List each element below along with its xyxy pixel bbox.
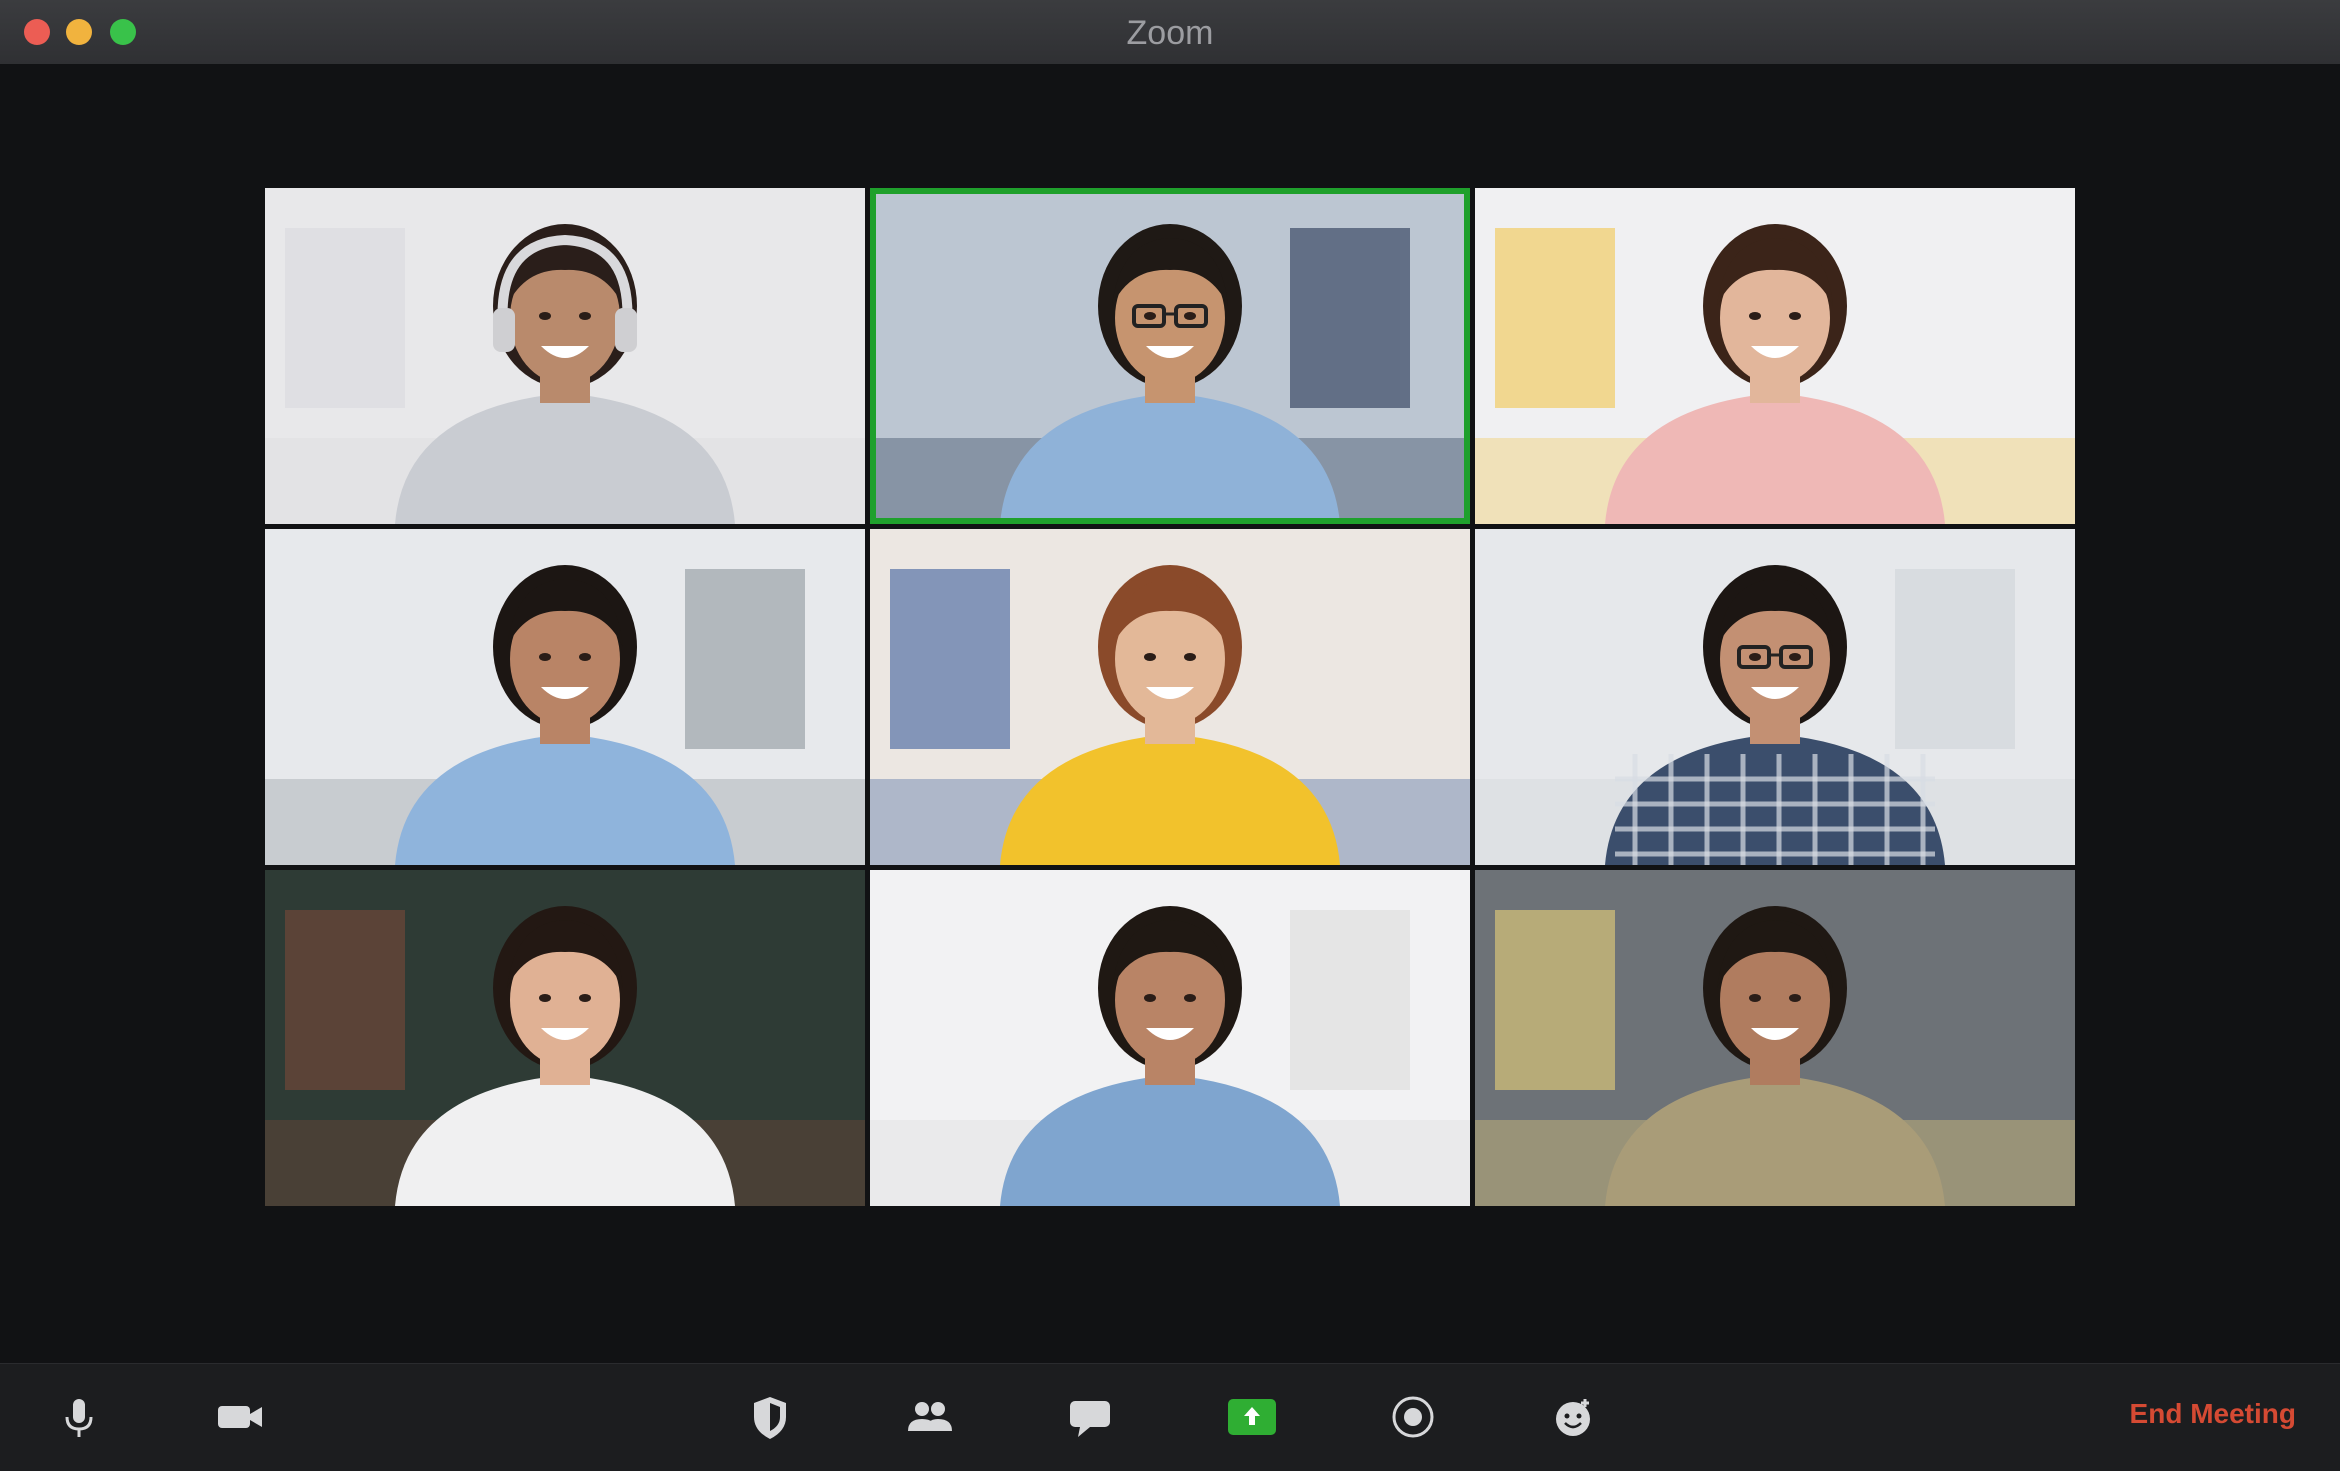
participant-video-tile[interactable] [1475, 188, 2075, 524]
participant-video-tile[interactable] [870, 188, 1470, 524]
title-bar: Zoom [0, 0, 2340, 65]
reactions-button[interactable] [1538, 1386, 1608, 1448]
microphone-icon [65, 1399, 93, 1437]
participant-video-tile[interactable] [1475, 529, 2075, 865]
zoom-window: Zoom End Meeting [0, 0, 2340, 1471]
video-stage [0, 64, 2340, 1364]
participant-video-tile[interactable] [265, 529, 865, 865]
security-button[interactable] [735, 1386, 805, 1448]
participant-video-feed [1475, 870, 2075, 1206]
meeting-toolbar: End Meeting [0, 1363, 2340, 1471]
participant-video-feed [265, 529, 865, 865]
chat-bubble-icon [1070, 1401, 1110, 1437]
participant-video-tile[interactable] [1475, 870, 2075, 1206]
participants-button[interactable] [895, 1386, 965, 1448]
shield-icon [754, 1397, 786, 1439]
record-button[interactable] [1378, 1386, 1448, 1448]
chat-button[interactable] [1055, 1386, 1125, 1448]
participant-video-feed [870, 870, 1470, 1206]
participant-video-tile[interactable] [265, 870, 865, 1206]
participant-video-feed [1475, 188, 2075, 524]
record-icon [1392, 1396, 1434, 1438]
share-screen-icon [1228, 1399, 1276, 1435]
mute-button[interactable] [44, 1386, 114, 1448]
participant-video-feed [265, 188, 865, 524]
share-screen-button[interactable] [1217, 1386, 1287, 1448]
participant-video-feed [1475, 529, 2075, 865]
participant-video-tile[interactable] [870, 870, 1470, 1206]
end-meeting-button[interactable]: End Meeting [2130, 1398, 2296, 1430]
stop-video-button[interactable] [205, 1386, 275, 1448]
window-title: Zoom [1126, 14, 1214, 52]
reactions-icon [1556, 1399, 1590, 1436]
participant-video-tile[interactable] [265, 188, 865, 524]
video-camera-icon [218, 1406, 262, 1428]
people-icon [908, 1402, 952, 1431]
participant-video-feed [870, 529, 1470, 865]
participant-video-feed [870, 188, 1470, 524]
gallery-view-grid [265, 188, 2075, 1206]
participant-video-feed [265, 870, 865, 1206]
participant-video-tile[interactable] [870, 529, 1470, 865]
